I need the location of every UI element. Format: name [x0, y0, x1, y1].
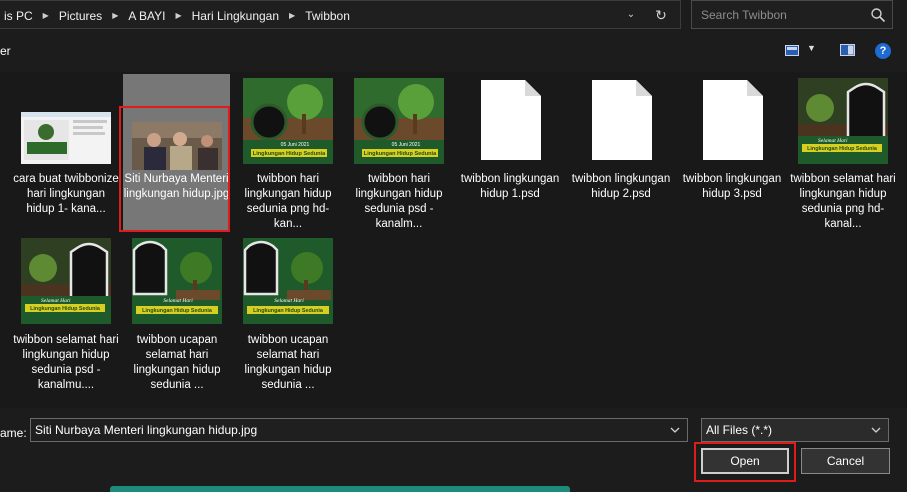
- file-list: cara buat twibbonize hari lingkungan hid…: [0, 72, 907, 408]
- toolbar: er ▼ ?: [0, 29, 907, 72]
- chevron-down-icon[interactable]: [669, 424, 681, 436]
- address-history-chevron-down-icon[interactable]: ⌄: [622, 7, 640, 23]
- file-name: twibbon selamat hari lingkungan hidup se…: [13, 334, 119, 391]
- breadcrumb-hari-lingkungan[interactable]: Hari Lingkungan: [188, 9, 283, 23]
- breadcrumb: is PC ▶ Pictures ▶ A BAYI ▶ Hari Lingkun…: [0, 1, 354, 30]
- svg-text:Selamat Hari: Selamat Hari: [163, 298, 193, 304]
- svg-text:Lingkungan Hidup Sedunia: Lingkungan Hidup Sedunia: [142, 308, 213, 314]
- open-button-highlight-box: [694, 442, 796, 482]
- file-name: twibbon lingkungan hidup 1.psd: [460, 173, 560, 200]
- file-item[interactable]: 05 Juni 2021 Lingkungan Hidup Sedunia tw…: [345, 72, 453, 234]
- document-icon: [481, 80, 541, 160]
- file-name-label: ame:: [0, 426, 27, 440]
- file-name-input[interactable]: [31, 419, 661, 441]
- breadcrumb-separator-icon[interactable]: ▶: [106, 11, 124, 20]
- breadcrumb-this-pc[interactable]: is PC: [0, 9, 37, 23]
- document-icon: [703, 80, 763, 160]
- twibbon-thumbnail-icon: Selamat Hari Lingkungan Hidup Sedunia: [798, 78, 888, 164]
- svg-text:Lingkungan Hidup Sedunia: Lingkungan Hidup Sedunia: [807, 146, 878, 152]
- file-name-combobox[interactable]: [30, 418, 688, 442]
- search-input[interactable]: [692, 1, 867, 28]
- file-item[interactable]: Selamat Hari Lingkungan Hidup Sedunia tw…: [789, 72, 897, 234]
- svg-text:05 Juni 2021: 05 Juni 2021: [281, 142, 310, 148]
- selection-highlight-box: [119, 106, 230, 232]
- twibbon-thumbnail-icon: Selamat Hari Lingkungan Hidup Sedunia: [243, 238, 333, 324]
- file-item[interactable]: twibbon lingkungan hidup 3.psd: [678, 72, 786, 234]
- file-item[interactable]: Selamat Hari Lingkungan Hidup Sedunia tw…: [123, 238, 231, 398]
- breadcrumb-separator-icon[interactable]: ▶: [283, 11, 301, 20]
- svg-text:Lingkungan Hidup Sedunia: Lingkungan Hidup Sedunia: [364, 151, 437, 157]
- preview-pane-icon[interactable]: [840, 44, 855, 56]
- view-icon[interactable]: [785, 45, 799, 56]
- twibbon-thumbnail-icon: 05 Juni 2021 Lingkungan Hidup Sedunia: [243, 78, 333, 164]
- breadcrumb-separator-icon[interactable]: ▶: [169, 11, 187, 20]
- file-item[interactable]: Selamat Hari Lingkungan Hidup Sedunia tw…: [234, 238, 342, 398]
- svg-text:Lingkungan Hidup Sedunia: Lingkungan Hidup Sedunia: [30, 306, 101, 312]
- svg-text:05 Juni 2021: 05 Juni 2021: [392, 142, 421, 148]
- screenshot-thumbnail-icon: [21, 112, 111, 164]
- twibbon-thumbnail-icon: Selamat Hari Lingkungan Hidup Sedunia: [21, 238, 111, 324]
- view-options-chevron-down-icon[interactable]: ▼: [807, 43, 816, 53]
- file-type-select[interactable]: All Files (*.*): [701, 418, 889, 442]
- file-name: twibbon ucapan selamat hari lingkungan h…: [244, 334, 332, 391]
- file-item[interactable]: cara buat twibbonize hari lingkungan hid…: [12, 72, 120, 234]
- file-name: twibbon ucapan selamat hari lingkungan h…: [133, 334, 221, 391]
- search-icon[interactable]: [870, 7, 886, 23]
- svg-text:Selamat Hari: Selamat Hari: [274, 298, 304, 304]
- file-name: twibbon lingkungan hidup 2.psd: [571, 173, 671, 200]
- organize-button[interactable]: er: [0, 44, 11, 58]
- svg-text:Selamat Hari: Selamat Hari: [818, 138, 848, 144]
- address-bar[interactable]: is PC ▶ Pictures ▶ A BAYI ▶ Hari Lingkun…: [0, 0, 681, 29]
- file-item[interactable]: twibbon lingkungan hidup 2.psd: [567, 72, 675, 234]
- file-name: twibbon selamat hari lingkungan hidup se…: [790, 173, 896, 230]
- help-icon[interactable]: ?: [875, 43, 891, 59]
- file-name: cara buat twibbonize hari lingkungan hid…: [13, 173, 119, 215]
- file-name: twibbon hari lingkungan hidup sedunia ps…: [355, 173, 443, 230]
- svg-text:Selamat Hari: Selamat Hari: [41, 298, 71, 304]
- dialog-footer: ame: All Files (*.*) Open Cancel: [0, 408, 907, 492]
- refresh-icon[interactable]: ↻: [651, 6, 671, 24]
- file-item[interactable]: 05 Juni 2021 Lingkungan Hidup Sedunia tw…: [234, 72, 342, 234]
- breadcrumb-twibbon[interactable]: Twibbon: [301, 9, 354, 23]
- svg-text:Lingkungan Hidup Sedunia: Lingkungan Hidup Sedunia: [253, 308, 324, 314]
- cancel-button[interactable]: Cancel: [801, 448, 890, 474]
- search-box[interactable]: [691, 0, 893, 29]
- breadcrumb-a-bayi[interactable]: A BAYI: [124, 9, 169, 23]
- svg-text:Lingkungan Hidup Sedunia: Lingkungan Hidup Sedunia: [253, 151, 326, 157]
- chevron-down-icon[interactable]: [870, 424, 882, 436]
- file-name: twibbon lingkungan hidup 3.psd: [682, 173, 782, 200]
- breadcrumb-separator-icon[interactable]: ▶: [37, 11, 55, 20]
- file-item[interactable]: twibbon lingkungan hidup 1.psd: [456, 72, 564, 234]
- twibbon-thumbnail-icon: Selamat Hari Lingkungan Hidup Sedunia: [132, 238, 222, 324]
- file-item[interactable]: Selamat Hari Lingkungan Hidup Sedunia tw…: [12, 238, 120, 398]
- file-type-value: All Files (*.*): [706, 423, 773, 437]
- breadcrumb-pictures[interactable]: Pictures: [55, 9, 106, 23]
- background-window-edge: [110, 486, 570, 492]
- file-name: twibbon hari lingkungan hidup sedunia pn…: [244, 173, 332, 230]
- twibbon-thumbnail-icon: 05 Juni 2021 Lingkungan Hidup Sedunia: [354, 78, 444, 164]
- document-icon: [592, 80, 652, 160]
